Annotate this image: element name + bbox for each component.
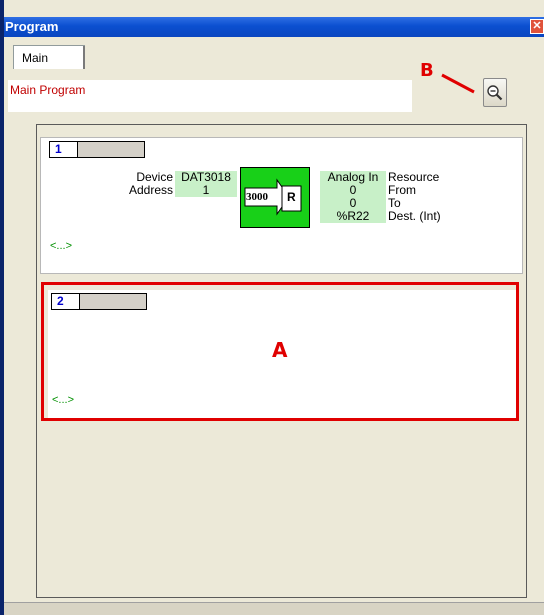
rung-number-box[interactable]: 1 (49, 141, 145, 158)
rung-number: 1 (50, 142, 78, 157)
program-name-field: Main Program (8, 80, 412, 112)
block-letter: R (287, 190, 296, 204)
annotation-label-b: B (420, 60, 434, 81)
rung-1-ellipsis[interactable]: <...> (50, 240, 72, 252)
window-title: Program (5, 19, 59, 34)
status-bar (4, 602, 544, 615)
close-icon[interactable]: ✕ (530, 19, 544, 34)
tab-divider (83, 46, 85, 69)
address-label: Address (128, 183, 173, 197)
param-dest-label: Dest. (Int) (388, 209, 441, 223)
title-bar[interactable]: Program ✕ (4, 17, 544, 37)
program-window: Program ✕ Main Main Program B 1 Device D… (0, 0, 544, 615)
zoom-out-button[interactable] (483, 78, 507, 107)
tab-main[interactable]: Main (13, 45, 85, 69)
annotation-label-a: A (272, 338, 288, 362)
program-name-text: Main Program (10, 83, 86, 97)
tab-main-label: Main (22, 51, 49, 65)
annotation-arrow-b (441, 73, 475, 94)
analog-read-block[interactable]: 3000 R (240, 167, 310, 228)
param-dest-value[interactable]: %R22 (320, 210, 386, 223)
address-value[interactable]: 1 (175, 184, 237, 197)
block-code: 3000 (246, 191, 268, 203)
rung-1[interactable]: 1 Device DAT3018 Address 1 3000 R Analog… (40, 137, 523, 274)
zoom-out-icon (487, 84, 503, 100)
